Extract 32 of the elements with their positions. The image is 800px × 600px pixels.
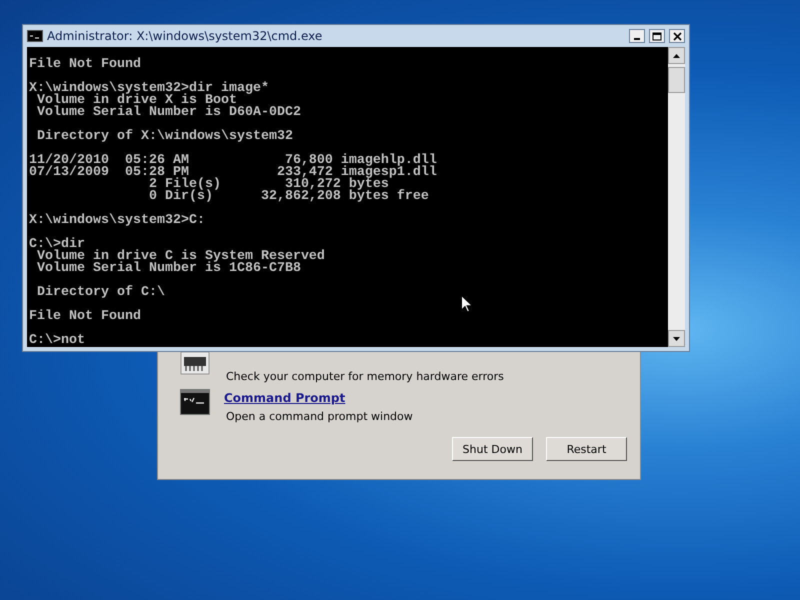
console-line: X:\windows\system32>C: — [29, 215, 205, 227]
up-arrow-icon — [673, 54, 680, 58]
console-line: File Not Found — [29, 59, 141, 71]
close-icon — [672, 32, 682, 40]
console-line: Volume Serial Number is D60A-0DC2 — [36, 107, 301, 119]
close-button[interactable] — [669, 29, 685, 43]
console-line: 0 Dir(s) 32,862,208 bytes free — [148, 191, 429, 203]
maximize-icon — [652, 32, 662, 40]
memory-chip-icon — [180, 351, 210, 375]
console-line: X:\windows\system32>dir image* — [29, 83, 269, 95]
maximize-button[interactable] — [649, 29, 665, 43]
scroll-down-button[interactable] — [668, 330, 685, 347]
scroll-up-button[interactable] — [668, 47, 685, 64]
window-title: Administrator: X:\windows\system32\cmd.exe — [47, 29, 324, 43]
scrollbar[interactable] — [668, 47, 685, 347]
console-line: Volume Serial Number is 1C86-C7B8 — [36, 263, 301, 275]
command-prompt-icon — [180, 389, 210, 415]
mouse-pointer-icon — [461, 295, 473, 313]
console-line: Directory of X:\windows\system32 — [36, 131, 293, 143]
option-description: Open a command prompt window — [226, 410, 413, 423]
console-line: Directory of C:\ — [36, 287, 165, 299]
down-arrow-icon — [673, 336, 680, 340]
option-link[interactable]: Command Prompt — [224, 391, 413, 405]
scroll-thumb[interactable] — [668, 67, 685, 93]
console-line: C:\>not — [29, 335, 85, 347]
dialog-button[interactable]: Shut Down — [452, 437, 533, 461]
console-app-icon — [27, 30, 43, 42]
console-line: File Not Found — [29, 311, 141, 323]
console-line: 2 File(s) 310,272 bytes — [148, 179, 389, 191]
option-description: Check your computer for memory hardware errors — [226, 370, 504, 383]
minimize-button[interactable] — [629, 29, 645, 43]
dialog-button[interactable]: Restart — [546, 437, 627, 461]
